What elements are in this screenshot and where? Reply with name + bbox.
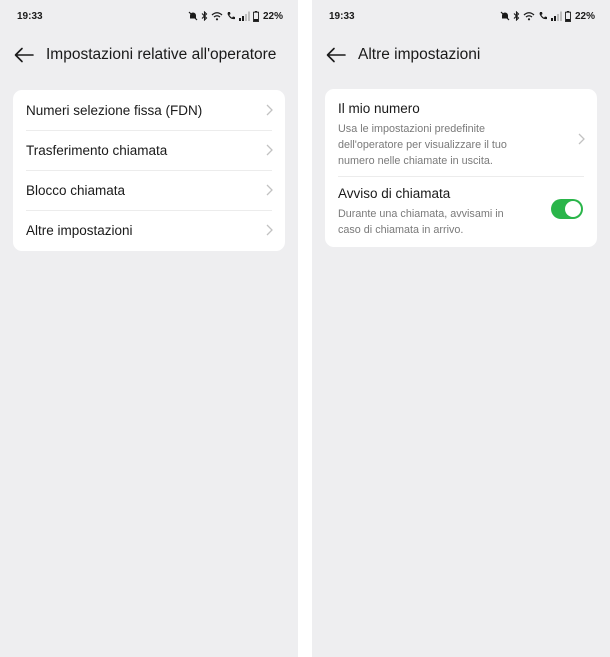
bluetooth-icon	[201, 11, 208, 21]
carrier-settings-screen: 19:33 22% Impostazioni relative all'oper…	[0, 0, 298, 657]
other-settings-list: Il mio numero Usa le impostazioni predef…	[325, 89, 597, 247]
wifi-icon	[523, 11, 535, 21]
app-header: Altre impostazioni	[312, 38, 610, 72]
menu-item-label: Trasferimento chiamata	[26, 142, 168, 158]
battery-icon	[253, 10, 259, 22]
battery-icon	[565, 10, 571, 22]
page-title: Impostazioni relative all'operatore	[46, 46, 277, 63]
status-icons: 22%	[188, 10, 283, 22]
call-waiting-setting[interactable]: Avviso di chiamata Durante una chiamata,…	[325, 176, 597, 247]
status-bar: 19:33 22%	[312, 0, 610, 32]
bell-off-icon	[500, 11, 510, 21]
wifi-icon	[211, 11, 223, 21]
back-button[interactable]	[324, 43, 348, 67]
menu-item-call-barring[interactable]: Blocco chiamata	[13, 170, 285, 210]
setting-title: Il mio numero	[338, 101, 420, 116]
settings-list: Numeri selezione fissa (FDN) Trasferimen…	[13, 90, 285, 251]
bluetooth-icon	[513, 11, 520, 21]
menu-item-label: Altre impostazioni	[26, 222, 133, 238]
battery-percentage: 22%	[262, 10, 283, 22]
menu-item-label: Blocco chiamata	[26, 182, 126, 198]
menu-item-label: Numeri selezione fissa (FDN)	[26, 102, 203, 118]
wifi-calling-icon	[538, 11, 548, 21]
back-button[interactable]	[12, 43, 36, 67]
other-settings-screen: 19:33 22% Altre impostazioni Il mio nume…	[312, 0, 610, 657]
signal-icon	[550, 11, 562, 21]
chevron-right-icon	[578, 133, 585, 145]
app-header: Impostazioni relative all'operatore	[0, 38, 298, 72]
setting-description: Usa le impostazioni predefinite dell'ope…	[338, 123, 507, 167]
chevron-right-icon	[266, 224, 273, 236]
menu-item-call-forwarding[interactable]: Trasferimento chiamata	[13, 130, 285, 170]
arrow-left-icon	[14, 47, 34, 63]
battery-percentage: 22%	[574, 10, 595, 22]
my-number-setting[interactable]: Il mio numero Usa le impostazioni predef…	[325, 89, 597, 176]
status-icons: 22%	[500, 10, 595, 22]
arrow-left-icon	[326, 47, 346, 63]
chevron-right-icon	[266, 144, 273, 156]
status-time: 19:33	[329, 10, 355, 22]
call-waiting-toggle[interactable]	[551, 199, 583, 219]
chevron-right-icon	[266, 184, 273, 196]
menu-item-other-settings[interactable]: Altre impostazioni	[13, 210, 285, 250]
chevron-right-icon	[266, 104, 273, 116]
page-title: Altre impostazioni	[358, 46, 481, 63]
toggle-knob	[565, 201, 581, 217]
signal-icon	[238, 11, 250, 21]
setting-description: Durante una chiamata, avvisami in caso d…	[338, 208, 504, 236]
menu-item-fdn[interactable]: Numeri selezione fissa (FDN)	[13, 90, 285, 130]
status-bar: 19:33 22%	[0, 0, 298, 32]
bell-off-icon	[188, 11, 198, 21]
setting-title: Avviso di chiamata	[338, 186, 451, 201]
wifi-calling-icon	[226, 11, 236, 21]
status-time: 19:33	[17, 10, 43, 22]
